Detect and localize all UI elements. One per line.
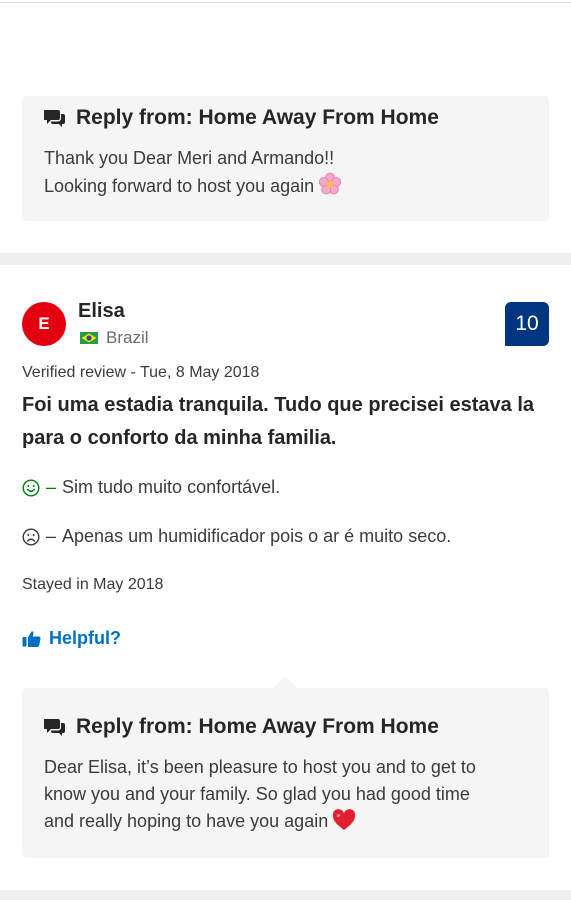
reply-line-with-emoji: Looking forward to host you again — [44, 172, 527, 200]
negative-text: Apenas um humidificador pois o ar é muit… — [62, 526, 452, 546]
reply-pointer — [273, 676, 297, 688]
country-name: Brazil — [106, 328, 149, 347]
top-divider — [0, 2, 571, 3]
positive-text: Sim tudo muito confortável. — [62, 477, 281, 497]
reply-body: Dear Elisa, it’s been pleasure to host y… — [44, 754, 527, 835]
smiley-face-icon — [22, 478, 40, 497]
sad-face-icon — [22, 527, 40, 546]
speech-bubbles-icon — [44, 110, 65, 127]
reply-body: Thank you Dear Meri and Armando!! Lookin… — [44, 145, 527, 200]
helpful-button[interactable]: Helpful? — [22, 628, 121, 649]
reviewer-country: Brazil — [80, 328, 149, 348]
reply-heading: Reply from: Home Away From Home — [44, 103, 527, 133]
red-heart-icon — [333, 809, 356, 830]
host-reply-1: Reply from: Home Away From Home Thank yo… — [22, 96, 549, 221]
section-separator — [0, 253, 571, 265]
review-positive: – Sim tudo muito confortável. — [22, 477, 280, 498]
stay-date: Stayed in May 2018 — [22, 576, 164, 593]
reply-line-with-emoji: and really hoping to have you again — [44, 808, 527, 835]
review-score-badge: 10 — [505, 302, 549, 346]
reviewer-name: Elisa — [78, 300, 125, 322]
reply-line: know you and your family. So glad you ha… — [44, 784, 470, 804]
review-title: Foi uma estadia tranquila. Tudo que prec… — [22, 394, 535, 449]
reply-heading: Reply from: Home Away From Home — [44, 712, 527, 742]
reply-line: Dear Elisa, it’s been pleasure to host y… — [44, 757, 476, 777]
reply-heading-text: Reply from: Home Away From Home — [76, 715, 439, 738]
cherry-blossom-icon — [319, 172, 342, 195]
verified-review-date: Verified review - Tue, 8 May 2018 — [22, 364, 260, 381]
negative-dash: – — [46, 526, 57, 546]
reply-heading-text: Reply from: Home Away From Home — [76, 106, 439, 129]
speech-bubbles-icon — [44, 719, 65, 736]
positive-dash: – — [46, 477, 57, 497]
reply-line: Thank you Dear Meri and Armando!! — [44, 148, 335, 168]
reply-line-text: and really hoping to have you again — [44, 811, 329, 831]
brazil-flag-icon — [80, 332, 98, 344]
helpful-label[interactable]: Helpful? — [49, 628, 121, 649]
review-negative: – Apenas um humidificador pois o ar é mu… — [22, 526, 451, 547]
reply-line-text: Looking forward to host you again — [44, 176, 315, 196]
avatar: E — [22, 302, 66, 346]
thumbs-up-icon — [22, 631, 41, 647]
host-reply-2: Reply from: Home Away From Home Dear Eli… — [22, 688, 549, 858]
section-separator — [0, 890, 571, 900]
